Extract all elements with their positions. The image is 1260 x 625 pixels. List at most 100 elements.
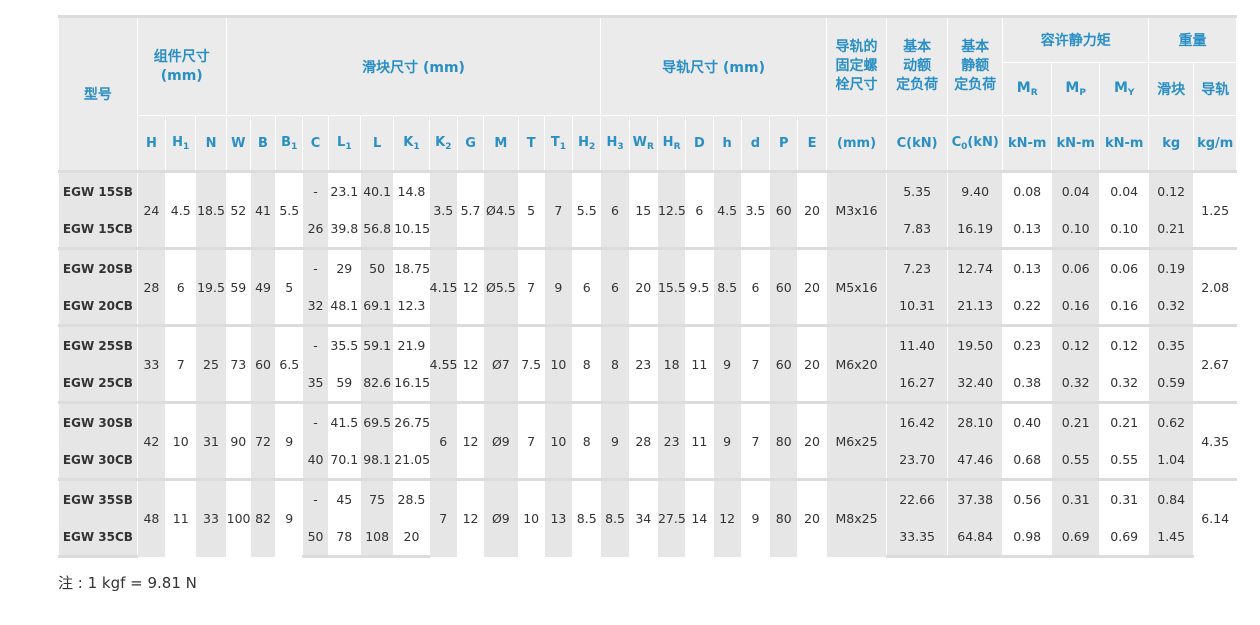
table-cell: 37.38 xyxy=(946,478,1004,518)
table-cell: 0.62 xyxy=(1147,401,1195,441)
table-cell: 0.16 xyxy=(1099,287,1149,326)
table-cell: 20 xyxy=(797,324,827,403)
table-cell: 8 xyxy=(572,401,602,480)
table-cell: 8 xyxy=(572,324,602,403)
column-symbol-header: HR xyxy=(656,115,687,172)
table-cell: 1.25 xyxy=(1193,170,1237,249)
table-cell: 5.5 xyxy=(275,170,304,249)
table-cell: 4.5 xyxy=(165,170,197,249)
rail-weight-header: 导轨 xyxy=(1193,62,1237,116)
table-cell: 12 xyxy=(456,324,485,403)
column-symbol-header: C xyxy=(302,115,329,172)
table-cell: 41 xyxy=(249,170,277,249)
table-cell: 75 xyxy=(359,478,395,518)
table-cell: - xyxy=(302,324,329,364)
table-cell: 9 xyxy=(712,324,742,403)
table-cell: 20 xyxy=(797,247,827,326)
table-cell: 0.32 xyxy=(1099,364,1149,403)
table-cell: 0.12 xyxy=(1050,324,1101,364)
bolt-size-header: 导轨的 固定螺 栓尺寸 xyxy=(825,15,888,116)
table-cell: 7.5 xyxy=(517,324,545,403)
table-cell: 15 xyxy=(628,170,658,249)
table-cell: 32.40 xyxy=(946,364,1004,403)
table-cell: 7 xyxy=(517,401,545,480)
table-cell: 82.6 xyxy=(359,364,395,403)
table-cell: 6 xyxy=(740,247,771,326)
table-cell: Ø4.5 xyxy=(483,170,519,249)
table-cell: 0.31 xyxy=(1050,478,1101,518)
table-cell: 4.55 xyxy=(428,324,458,403)
table-cell: 0.10 xyxy=(1099,210,1149,249)
table-cell: 8.5 xyxy=(712,247,742,326)
table-cell: - xyxy=(302,401,329,441)
dynamic-load-unit-header: C(kN) xyxy=(886,115,948,172)
table-cell: 80 xyxy=(769,478,799,557)
table-cell: 14 xyxy=(685,478,714,557)
table-cell: 9 xyxy=(275,478,304,557)
table-cell: 6 xyxy=(600,170,630,249)
table-cell: 0.21 xyxy=(1147,210,1195,249)
table-cell: 60 xyxy=(769,247,799,326)
table-cell: 0.35 xyxy=(1147,324,1195,364)
table-cell: 4.5 xyxy=(712,170,742,249)
rail-weight-unit: kg/m xyxy=(1193,115,1237,172)
table-cell: 5 xyxy=(275,247,304,326)
table-cell: 26.75 xyxy=(393,401,430,441)
table-cell: 0.32 xyxy=(1147,287,1195,326)
table-cell: 23 xyxy=(656,401,687,480)
table-cell: 5.35 xyxy=(886,170,948,210)
table-cell: 8.5 xyxy=(572,478,602,557)
table-cell: 7 xyxy=(517,247,545,326)
table-cell: 12 xyxy=(712,478,742,557)
table-cell: 70.1 xyxy=(327,441,361,480)
table-cell: 80 xyxy=(769,401,799,480)
table-cell: 6 xyxy=(572,247,602,326)
static-load-header: 基本 静额 定负荷 xyxy=(946,15,1004,116)
table-cell: 19.50 xyxy=(946,324,1004,364)
table-cell: 0.55 xyxy=(1050,441,1101,480)
column-symbol-header: H2 xyxy=(572,115,602,172)
table-cell: M6x20 xyxy=(825,324,888,403)
table-cell: 21.05 xyxy=(393,441,430,480)
table-cell: 12.74 xyxy=(946,247,1004,287)
table-cell: Ø7 xyxy=(483,324,519,403)
table-cell: 39.8 xyxy=(327,210,361,249)
table-cell: 0.98 xyxy=(1002,518,1052,558)
table-cell: 52 xyxy=(225,170,251,249)
table-cell: 45 xyxy=(327,478,361,518)
table-cell: 10 xyxy=(165,401,197,480)
dynamic-load-header: 基本 动额 定负荷 xyxy=(886,15,948,116)
table-cell: 7 xyxy=(740,324,771,403)
table-cell: 0.55 xyxy=(1099,441,1149,480)
table-cell: 12.3 xyxy=(393,287,430,326)
table-cell: 0.31 xyxy=(1099,478,1149,518)
table-cell: 21.13 xyxy=(946,287,1004,326)
model-cell: EGW 20SB xyxy=(58,247,138,287)
model-cell: EGW 35CB xyxy=(58,518,138,558)
table-cell: 25 xyxy=(195,324,227,403)
rail-size-header: 导轨尺寸 (mm) xyxy=(600,15,827,116)
table-cell: 0.84 xyxy=(1147,478,1195,518)
table-cell: 33 xyxy=(136,324,167,403)
table-cell: - xyxy=(302,247,329,287)
table-cell: 108 xyxy=(359,518,395,558)
table-cell: 82 xyxy=(249,478,277,557)
table-cell: 7.83 xyxy=(886,210,948,249)
table-cell: 13 xyxy=(543,478,574,557)
table-cell: 8 xyxy=(600,324,630,403)
table-cell: 12 xyxy=(456,401,485,480)
spec-table-body: EGW 15SB 24 4.5 18.5 52 41 5.5-23.1 40.1 14.8 3.5… xyxy=(58,170,1237,558)
table-cell: 6 xyxy=(685,170,714,249)
table-cell: 28.10 xyxy=(946,401,1004,441)
model-cell: EGW 30SB xyxy=(58,401,138,441)
model-cell: EGW 25CB xyxy=(58,364,138,403)
table-cell: 64.84 xyxy=(946,518,1004,558)
table-cell: 18.5 xyxy=(195,170,227,249)
table-cell: 7.23 xyxy=(886,247,948,287)
column-symbol-header: K2 xyxy=(428,115,458,172)
table-cell: 20 xyxy=(797,170,827,249)
table-cell: 2.08 xyxy=(1193,247,1237,326)
table-cell: 32 xyxy=(302,287,329,326)
table-cell: 7 xyxy=(543,170,574,249)
table-cell: 11 xyxy=(685,324,714,403)
